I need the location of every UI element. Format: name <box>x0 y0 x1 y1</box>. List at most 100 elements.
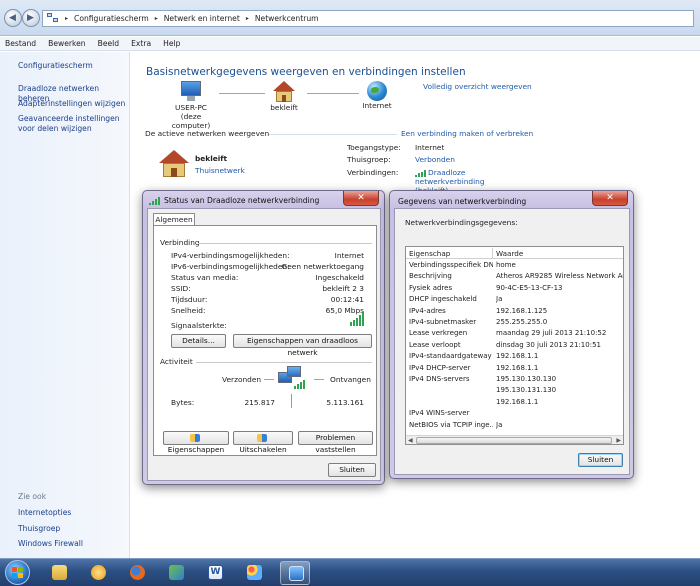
taskbar-media[interactable] <box>83 561 113 585</box>
scrollbar-thumb[interactable] <box>416 437 612 444</box>
chevron-right-icon: ▸ <box>154 15 158 22</box>
list-item[interactable]: IPv4-adres 192.168.1.125 <box>406 307 623 317</box>
address-field[interactable]: ▸ Configuratiescherm ▸ Netwerk en intern… <box>42 10 694 27</box>
word-icon: W <box>208 565 223 580</box>
scroll-left-icon[interactable]: ◀ <box>408 437 413 444</box>
breadcrumb-network-internet[interactable]: Netwerk en internet <box>164 14 240 23</box>
shield-icon <box>189 434 200 442</box>
arrow-right-icon: ▶ <box>27 13 34 23</box>
list-item[interactable]: NetBIOS via TCPIP inge... Ja <box>406 421 623 431</box>
map-this-computer[interactable]: USER-PC (deze computer) <box>161 81 221 130</box>
list-item[interactable]: IPv4-standaardgateway 192.168.1.1 <box>406 352 623 362</box>
horizontal-scrollbar[interactable]: ◀ ▶ <box>406 435 623 444</box>
column-header-value[interactable]: Waarde <box>496 249 523 258</box>
column-header-property[interactable]: Eigenschap <box>409 249 450 258</box>
network-name: bekleift <box>195 154 228 163</box>
close-dialog-button[interactable]: Sluiten <box>578 453 623 467</box>
list-item[interactable]: 192.168.1.1 <box>406 398 623 408</box>
detail-property: IPv4-standaardgateway <box>409 352 492 361</box>
duration-value: 00:12:41 <box>330 295 364 304</box>
start-button[interactable] <box>5 560 30 585</box>
menu-view[interactable]: Beeld <box>92 39 125 48</box>
arrow-left-icon: ◀ <box>9 13 16 23</box>
status-dialog: Status van Draadloze netwerkverbinding ✕… <box>142 190 385 485</box>
home-network-icon <box>159 150 189 178</box>
network-type-link[interactable]: Thuisnetwerk <box>195 166 245 175</box>
disable-button[interactable]: Uitschakelen <box>233 431 293 454</box>
list-item[interactable]: DHCP ingeschakeld Ja <box>406 295 623 305</box>
received-label: Ontvangen <box>330 375 371 384</box>
menu-file[interactable]: Bestand <box>0 39 42 48</box>
duration-label: Tijdsduur: <box>171 295 208 304</box>
forward-button[interactable]: ▶ <box>22 9 40 27</box>
folder-icon <box>52 565 67 580</box>
properties-button[interactable]: Eigenschappen <box>163 431 229 454</box>
close-dialog-button[interactable]: Sluiten <box>328 463 376 477</box>
divider <box>314 379 324 380</box>
taskbar-explorer[interactable] <box>44 561 74 585</box>
taskbar-network-center[interactable] <box>280 561 310 585</box>
list-item[interactable]: IPv4-subnetmasker 255.255.255.0 <box>406 318 623 328</box>
close-icon: ✕ <box>357 193 365 203</box>
chevron-right-icon: ▸ <box>245 15 249 22</box>
status-dialog-titlebar: Status van Draadloze netwerkverbinding <box>149 196 319 205</box>
list-item[interactable]: 195.130.131.130 <box>406 386 623 396</box>
home-network-icon <box>273 81 295 103</box>
homegroup-link[interactable]: Verbonden <box>415 155 455 164</box>
menu-tools[interactable]: Extra <box>125 39 157 48</box>
details-list[interactable]: Eigenschap Waarde Verbindingsspecifiek D… <box>405 246 624 445</box>
network-icon <box>289 566 304 581</box>
access-type-value: Internet <box>415 143 445 152</box>
shield-icon <box>256 434 267 442</box>
windows-logo-icon <box>12 567 17 572</box>
menu-edit[interactable]: Bewerken <box>42 39 92 48</box>
map-network[interactable]: bekleift <box>261 81 307 112</box>
list-item[interactable]: Beschrijving Atheros AR9285 Wireless Netw… <box>406 272 623 282</box>
detail-value: Ja <box>496 295 503 304</box>
sidebar-link-advanced-sharing[interactable]: Geavanceerde instellingen voor delen wij… <box>18 114 128 134</box>
sidebar-link-control-panel[interactable]: Configuratiescherm <box>18 61 128 71</box>
map-internet[interactable]: Internet <box>355 81 399 110</box>
details-dialog-body: Netwerkverbindingsgegevens: Eigenschap W… <box>394 208 630 475</box>
scroll-right-icon[interactable]: ▶ <box>616 437 621 444</box>
taskbar-paint[interactable] <box>239 561 269 585</box>
divider <box>264 379 274 380</box>
bytes-sent-value: 215.817 <box>244 398 275 407</box>
detail-value: dinsdag 30 juli 2013 21:10:51 <box>496 340 601 349</box>
taskbar-word[interactable]: W <box>200 561 230 585</box>
list-item[interactable]: IPv4 DNS-servers 195.130.130.130 <box>406 375 623 385</box>
details-button[interactable]: Details... <box>171 334 226 348</box>
details-dialog-title: Gegevens van netwerkverbinding <box>398 197 527 206</box>
diagnose-button[interactable]: Problemen vaststellen <box>298 431 373 454</box>
detail-property: Lease verkregen <box>409 329 468 338</box>
list-item[interactable]: IPv4 DHCP-server 192.168.1.1 <box>406 364 623 374</box>
connect-disconnect-link[interactable]: Een verbinding maken of verbreken <box>401 129 533 138</box>
taskbar-firefox[interactable] <box>122 561 152 585</box>
bytes-received-value: 5.113.161 <box>326 398 364 407</box>
menu-help[interactable]: Help <box>157 39 186 48</box>
map-connector <box>307 93 359 94</box>
close-button[interactable]: ✕ <box>343 191 379 206</box>
sidebar-link-internet-options[interactable]: Internetopties <box>18 508 128 518</box>
wireless-properties-button[interactable]: Eigenschappen van draadloos netwerk <box>233 334 372 357</box>
address-bar-area: ◀ ▶ ▸ Configuratiescherm ▸ Netwerk en in… <box>0 0 700 36</box>
media-status-label: Status van media: <box>171 273 239 282</box>
pc-subtitle: (deze computer) <box>171 112 211 130</box>
breadcrumb-control-panel[interactable]: Configuratiescherm <box>74 14 149 23</box>
speed-label: Snelheid: <box>171 306 206 315</box>
list-item[interactable]: Lease verloopt dinsdag 30 juli 2013 21:10… <box>406 341 623 351</box>
list-item[interactable]: Fysiek adres 90-4C-E5-13-CF-13 <box>406 284 623 294</box>
list-item[interactable]: Verbindingsspecifiek DN... home <box>406 261 623 271</box>
full-map-link[interactable]: Volledig overzicht weergeven <box>423 82 532 91</box>
sidebar-link-firewall[interactable]: Windows Firewall <box>18 539 128 549</box>
back-button[interactable]: ◀ <box>4 9 22 27</box>
breadcrumb-network-center[interactable]: Netwerkcentrum <box>255 14 319 23</box>
computer-icon <box>178 81 204 103</box>
sidebar-link-adapter-settings[interactable]: Adapterinstellingen wijzigen <box>18 99 128 109</box>
taskbar-messenger[interactable] <box>161 561 191 585</box>
close-button[interactable]: ✕ <box>592 191 628 206</box>
list-item[interactable]: IPv4 WINS-server <box>406 409 623 419</box>
sidebar-link-homegroup[interactable]: Thuisgroep <box>18 524 128 534</box>
detail-property: NetBIOS via TCPIP inge... <box>409 420 493 429</box>
list-item[interactable]: Lease verkregen maandag 29 juli 2013 21:1… <box>406 329 623 339</box>
